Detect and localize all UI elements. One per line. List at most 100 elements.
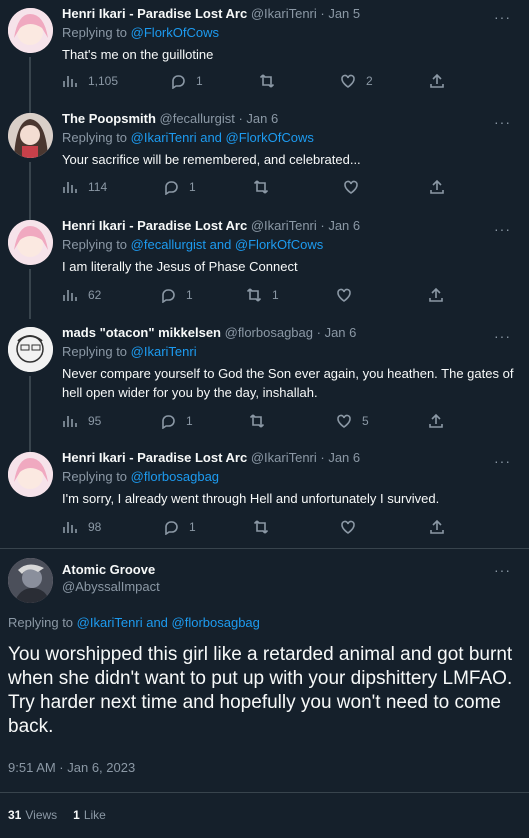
tweet[interactable]: The Poopsmith @fecallurgist · Jan 6 ··· … [0,110,529,220]
avatar[interactable] [8,452,53,497]
reply-button[interactable]: 1 [160,285,193,305]
thread-line [29,57,31,115]
thread-line [29,376,31,452]
replying-to-label: Replying to [62,344,128,359]
display-name[interactable]: Henri Ikari - Paradise Lost Arc [62,6,247,21]
avatar-image [8,558,53,603]
like-button[interactable] [340,517,366,537]
avatar[interactable] [8,113,53,158]
retweet-count: 1 [272,288,279,302]
avatar[interactable] [8,8,53,53]
share-icon [430,73,444,88]
tweet-text: Your sacrifice will be remembered, and c… [62,152,361,167]
like-button[interactable]: 5 [336,411,369,431]
views-button[interactable]: 114 [62,177,107,197]
retweet-button[interactable] [259,71,285,91]
views-button[interactable]: 62 [62,285,101,305]
views-button[interactable]: 98 [62,517,101,537]
display-name[interactable]: Henri Ikari - Paradise Lost Arc [62,218,247,233]
likes-stat[interactable]: 1 Like [73,808,106,822]
tweet[interactable]: Henri Ikari - Paradise Lost Arc @IkariTe… [0,5,529,115]
thread-line [29,269,31,319]
replying-to-link[interactable]: @IkariTenri and @FlorkOfCows [131,130,314,145]
views-button[interactable]: 1,105 [62,71,118,91]
replying-to-link[interactable]: @florbosagbag [131,469,219,484]
views-icon [63,182,77,193]
tweet[interactable]: mads "otacon" mikkelsen @florbosagbag · … [0,324,529,452]
views-icon [63,522,77,533]
retweet-icon [259,74,275,88]
replying-to-label: Replying to [62,237,128,252]
handle[interactable]: @AbyssalImpact [62,579,160,594]
handle[interactable]: @IkariTenri [251,218,317,233]
retweet-button[interactable]: 1 [246,285,279,305]
tweet-date[interactable]: · Jan 6 [320,218,360,233]
handle[interactable]: @IkariTenri [251,450,317,465]
reply-button[interactable]: 1 [160,411,193,431]
tweet-date[interactable]: · Jan 6 [317,325,357,340]
display-name[interactable]: Atomic Groove [62,562,155,577]
reply-button[interactable]: 1 [170,71,203,91]
reply-icon [165,181,178,195]
like-button[interactable]: 2 [340,71,373,91]
reply-count: 1 [189,520,196,534]
share-icon [429,287,443,302]
share-button[interactable] [429,177,445,197]
tweet-header: Atomic Groove [62,561,155,579]
more-options-icon[interactable]: ··· [494,221,511,237]
views-stat[interactable]: 31 Views [8,808,57,822]
tweet[interactable]: Henri Ikari - Paradise Lost Arc @IkariTe… [0,217,529,319]
display-name[interactable]: The Poopsmith [62,111,156,126]
handle[interactable]: @fecallurgist [160,111,235,126]
action-bar: 114 1 [62,177,517,197]
more-options-icon[interactable]: ··· [494,9,511,25]
avatar[interactable] [8,558,53,603]
avatar[interactable] [8,327,53,372]
reply-button[interactable]: 1 [163,177,196,197]
replying-to-label: Replying to [62,130,128,145]
more-options-icon[interactable]: ··· [494,114,511,130]
handle[interactable]: @IkariTenri [251,6,317,21]
avatar[interactable] [8,220,53,265]
tweet-date[interactable]: · Jan 5 [320,6,360,21]
share-button[interactable] [429,517,445,537]
tweet-text: I'm sorry, I already went through Hell a… [62,491,440,506]
tweet-stats: 31 Views 1 Like [8,808,106,822]
replying-to-link[interactable]: @IkariTenri [131,344,197,359]
share-button[interactable] [429,71,445,91]
heart-icon [344,180,358,194]
views-button[interactable]: 95 [62,411,101,431]
tweet[interactable]: Henri Ikari - Paradise Lost Arc @IkariTe… [0,449,529,549]
tweet-text: I am literally the Jesus of Phase Connec… [62,259,298,274]
retweet-icon [253,520,269,534]
replying-to-link[interactable]: @fecallurgist and @FlorkOfCows [131,237,324,252]
tweet-text: That's me on the guillotine [62,47,214,62]
retweet-button[interactable] [253,177,279,197]
tweet-date[interactable]: · Jan 6 [238,111,278,126]
share-button[interactable] [428,285,444,305]
tweet-timestamp[interactable]: 9:51 AM · Jan 6, 2023 [8,760,135,775]
share-button[interactable] [428,411,444,431]
like-button[interactable] [343,177,369,197]
more-options-icon[interactable]: ··· [494,328,511,344]
views-count: 31 [8,808,22,822]
replying-to-link[interactable]: @IkariTenri and @florbosagbag [77,615,260,630]
avatar-image [8,220,53,265]
avatar-image [8,113,53,158]
more-options-icon[interactable]: ··· [494,562,511,578]
handle[interactable]: @florbosagbag [225,325,313,340]
like-button[interactable] [336,285,362,305]
display-name[interactable]: mads "otacon" mikkelsen [62,325,221,340]
heart-icon [341,74,355,88]
tweet-header: The Poopsmith @fecallurgist · Jan 6 [62,110,278,128]
reply-button[interactable]: 1 [163,517,196,537]
retweet-button[interactable] [249,411,275,431]
action-bar: 1,105 1 2 [62,71,517,91]
retweet-button[interactable] [253,517,279,537]
tweet-date[interactable]: · Jan 6 [320,450,360,465]
display-name[interactable]: Henri Ikari - Paradise Lost Arc [62,450,247,465]
more-options-icon[interactable]: ··· [494,453,511,469]
reply-icon [162,289,175,303]
views-count: 95 [88,414,102,428]
replying-to-link[interactable]: @FlorkOfCows [131,25,219,40]
